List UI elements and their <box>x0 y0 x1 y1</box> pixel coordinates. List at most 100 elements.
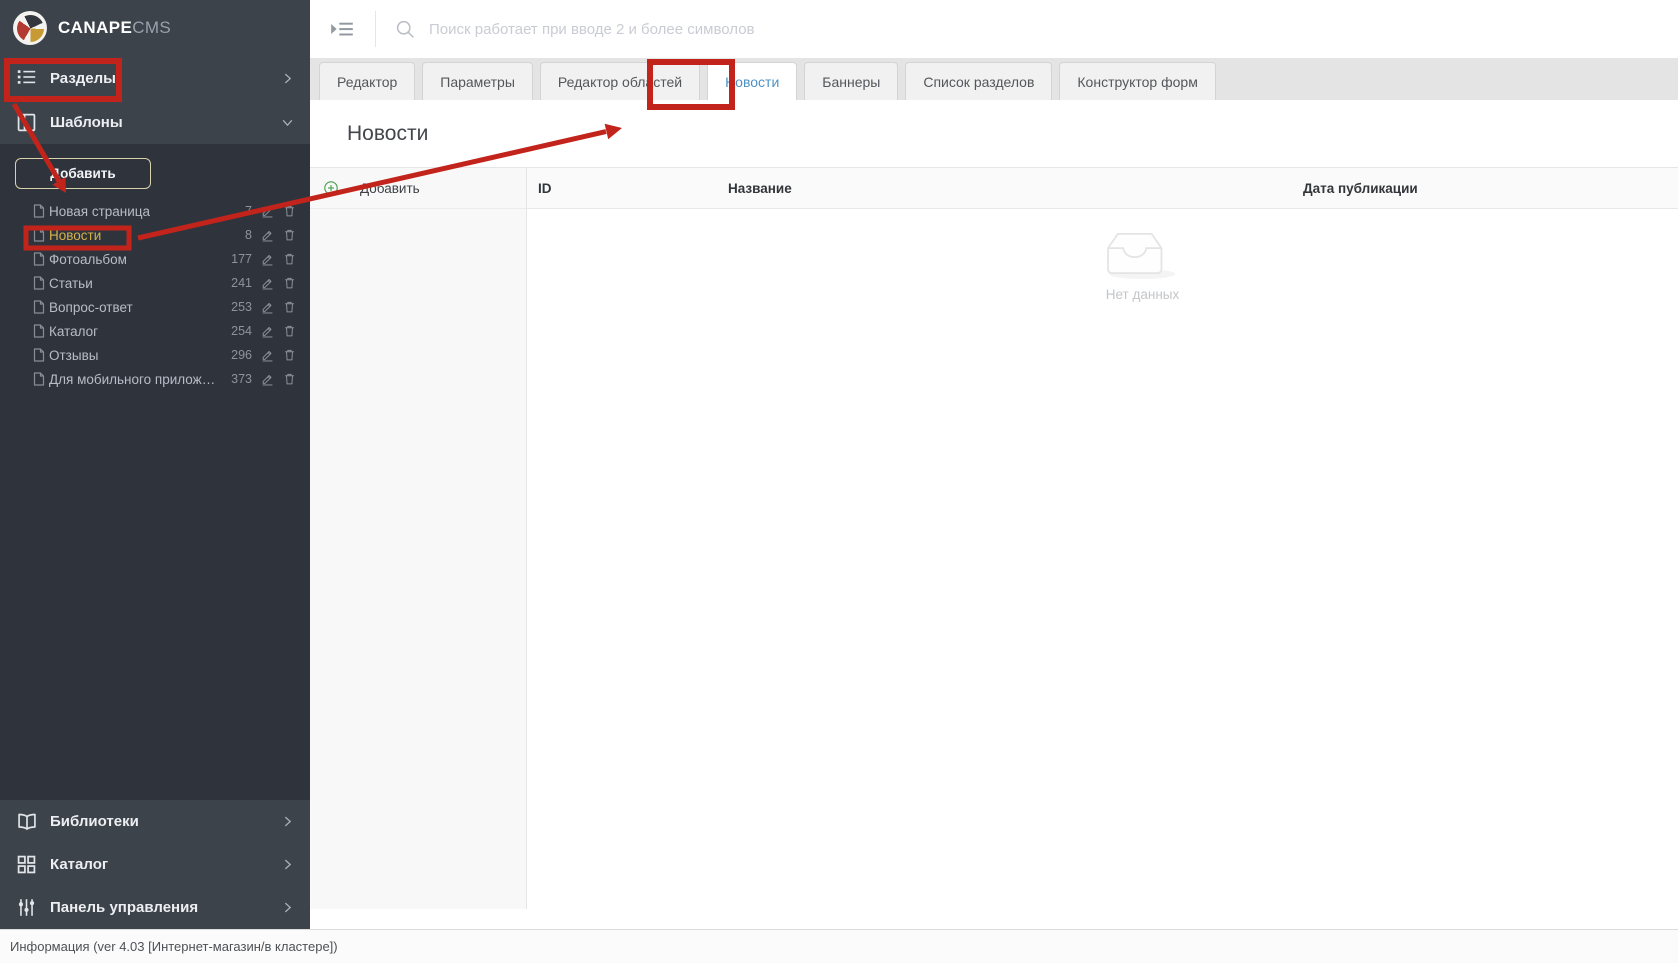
template-item-fotoalbom[interactable]: Фотоальбом 177 <box>0 247 310 271</box>
template-item-katalog[interactable]: Каталог 254 <box>0 319 310 343</box>
tab-novosti[interactable]: Новости <box>707 62 798 100</box>
tab-redaktor-oblastej[interactable]: Редактор областей <box>539 62 701 100</box>
sidebar-item-biblioteki[interactable]: Библиотеки <box>0 800 310 843</box>
template-pages-list: Новая страница 7 Новости 8 Фотоальбом 17… <box>0 199 310 391</box>
grid-icon <box>17 855 36 874</box>
template-id: 373 <box>231 372 252 386</box>
file-icon <box>33 372 45 386</box>
template-item-vopros-otvet[interactable]: Вопрос-ответ 253 <box>0 295 310 319</box>
tab-label: Баннеры <box>822 73 881 90</box>
chevron-right-icon <box>281 72 294 85</box>
brand-logo[interactable]: CANAPECMS <box>0 0 310 56</box>
global-search <box>395 19 1678 40</box>
sidebar-item-katalog[interactable]: Каталог <box>0 843 310 886</box>
trash-icon[interactable] <box>283 252 296 266</box>
trash-icon[interactable] <box>283 228 296 242</box>
tab-label: Редактор областей <box>557 73 683 90</box>
template-item-stati[interactable]: Статьи 241 <box>0 271 310 295</box>
sliders-icon <box>17 898 36 917</box>
column-header-date[interactable]: Дата публикации <box>1292 181 1678 196</box>
tab-parametry[interactable]: Параметры <box>422 62 533 100</box>
status-text: Информация (ver 4.03 [Интернет-магазин/в… <box>10 939 338 954</box>
template-label: Вопрос-ответ <box>49 299 133 315</box>
trash-icon[interactable] <box>283 300 296 314</box>
edit-pencil-icon[interactable] <box>261 276 274 290</box>
tab-spisok-razdelov[interactable]: Список разделов <box>905 62 1053 100</box>
topbar <box>310 0 1678 58</box>
template-id: 8 <box>245 228 252 242</box>
content-body: Добавить ID Название Дата публикации Нет… <box>310 167 1678 909</box>
tab-konstruktor-form[interactable]: Конструктор форм <box>1059 62 1216 100</box>
tab-label: Новости <box>725 73 780 90</box>
list-icon <box>17 69 36 88</box>
status-bar: Информация (ver 4.03 [Интернет-магазин/в… <box>0 929 1678 963</box>
template-id: 253 <box>231 300 252 314</box>
table-header-row: ID Название Дата публикации <box>527 168 1678 209</box>
empty-state-text: Нет данных <box>1105 287 1180 302</box>
sidebar-item-shablony[interactable]: Шаблоны <box>0 100 310 144</box>
brand-name-light: CMS <box>132 18 172 37</box>
chevron-down-icon <box>281 116 294 129</box>
news-left-panel: Добавить <box>310 168 527 909</box>
trash-icon[interactable] <box>283 372 296 386</box>
edit-pencil-icon[interactable] <box>261 228 274 242</box>
collapse-menu-icon[interactable] <box>330 20 354 38</box>
news-table: ID Название Дата публикации Нет данных <box>527 168 1678 909</box>
sidebar-add-template-button[interactable]: Добавить <box>15 158 151 189</box>
plus-circle-icon <box>323 180 339 196</box>
page-title: Новости <box>347 121 429 145</box>
template-item-otzyvy[interactable]: Отзывы 296 <box>0 343 310 367</box>
search-input[interactable] <box>427 19 1331 39</box>
edit-pencil-icon[interactable] <box>261 252 274 266</box>
templates-submenu: Добавить Новая страница 7 Новости 8 Фото… <box>0 144 310 800</box>
template-item-novaya-stranica[interactable]: Новая страница 7 <box>0 199 310 223</box>
add-news-button[interactable]: Добавить <box>310 168 526 209</box>
edit-pencil-icon[interactable] <box>261 324 274 338</box>
chevron-right-icon <box>281 858 294 871</box>
template-id: 241 <box>231 276 252 290</box>
template-item-mobile-app[interactable]: Для мобильного приложе… 373 <box>0 367 310 391</box>
edit-pencil-icon[interactable] <box>261 300 274 314</box>
column-header-name[interactable]: Название <box>717 181 1292 196</box>
trash-icon[interactable] <box>283 348 296 362</box>
tab-strip: Редактор Параметры Редактор областей Нов… <box>310 58 1678 100</box>
file-icon <box>33 300 45 314</box>
sidebar-item-razdely[interactable]: Разделы <box>0 56 310 100</box>
template-item-novosti[interactable]: Новости 8 <box>0 223 310 247</box>
edit-pencil-icon[interactable] <box>261 348 274 362</box>
trash-icon[interactable] <box>283 276 296 290</box>
edit-pencil-icon[interactable] <box>261 372 274 386</box>
chevron-right-icon <box>281 901 294 914</box>
column-header-id[interactable]: ID <box>527 181 717 196</box>
template-label: Новая страница <box>49 203 151 219</box>
add-news-label: Добавить <box>360 180 420 196</box>
tab-label: Редактор <box>337 73 398 90</box>
sidebar-item-label: Шаблоны <box>50 113 123 131</box>
trash-icon[interactable] <box>283 204 296 218</box>
sidebar-item-panel-upravleniya[interactable]: Панель управления <box>0 886 310 929</box>
tab-redaktor[interactable]: Редактор <box>319 62 416 100</box>
file-icon <box>33 276 45 290</box>
sidebar-item-label: Библиотеки <box>50 813 139 830</box>
template-id: 254 <box>231 324 252 338</box>
topbar-divider <box>375 11 376 47</box>
template-label: Отзывы <box>49 347 99 363</box>
brand-name-bold: CANAPE <box>58 18 133 37</box>
main-area: Редактор Параметры Редактор областей Нов… <box>310 0 1678 929</box>
template-label: Для мобильного приложе… <box>49 371 221 387</box>
edit-pencil-icon[interactable] <box>261 204 274 218</box>
search-icon[interactable] <box>395 19 416 40</box>
tab-label: Конструктор форм <box>1077 73 1198 90</box>
tab-bannery[interactable]: Баннеры <box>804 62 899 100</box>
tab-label: Список разделов <box>923 73 1035 90</box>
template-label: Фотоальбом <box>49 251 127 267</box>
template-label: Статьи <box>49 275 93 291</box>
content-header: Новости <box>310 100 1678 167</box>
template-label: Новости <box>49 227 102 243</box>
trash-icon[interactable] <box>283 324 296 338</box>
table-body: Нет данных <box>527 209 1678 909</box>
template-id: 177 <box>231 252 252 266</box>
sidebar: CANAPECMS Разделы Шаблоны Добавить Новая… <box>0 0 310 929</box>
sidebar-item-label: Разделы <box>50 69 116 87</box>
file-icon <box>33 324 45 338</box>
